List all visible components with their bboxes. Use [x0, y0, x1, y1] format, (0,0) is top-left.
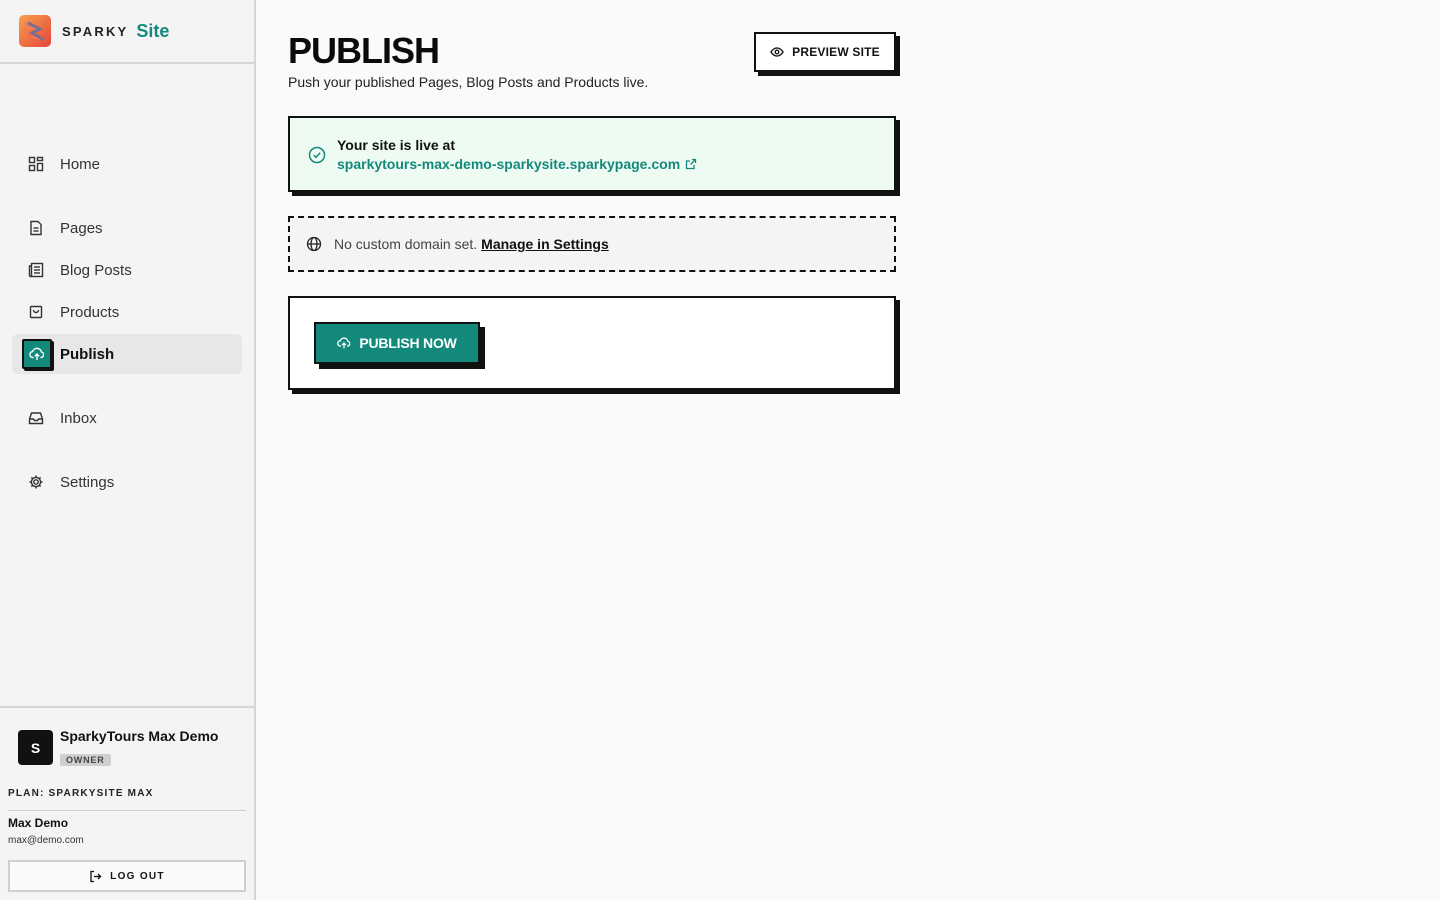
- sidebar-item-publish[interactable]: Publish: [12, 334, 242, 374]
- sidebar-item-blog-posts[interactable]: Blog Posts: [12, 250, 242, 290]
- publish-now-label: PUBLISH NOW: [359, 335, 457, 351]
- live-status-card: Your site is live at sparkytours-max-dem…: [288, 116, 896, 192]
- live-site-link[interactable]: sparkytours-max-demo-sparkysite.sparkypa…: [337, 156, 697, 172]
- sidebar-item-home[interactable]: Home: [12, 144, 242, 184]
- sidebar-item-settings[interactable]: Settings: [12, 462, 242, 502]
- sidebar-item-label: Blog Posts: [60, 261, 132, 279]
- org-name: SparkyTours Max Demo: [60, 728, 219, 744]
- sidebar-item-label: Home: [60, 155, 101, 173]
- sparky-logo-icon: [19, 15, 51, 47]
- sidebar-item-label: Publish: [60, 345, 115, 363]
- brand-wordmark: SPARKY: [62, 23, 129, 39]
- page-subtitle: Push your published Pages, Blog Posts an…: [288, 74, 649, 90]
- brand[interactable]: SPARKY Site: [0, 0, 254, 64]
- live-site-url: sparkytours-max-demo-sparkysite.sparkypa…: [337, 156, 681, 172]
- divider: [8, 810, 246, 811]
- brand-site-label: Site: [136, 20, 170, 41]
- gear-icon: [26, 472, 46, 492]
- sidebar-item-label: Settings: [60, 473, 115, 491]
- sidebar-item-inbox[interactable]: Inbox: [12, 398, 242, 438]
- eye-icon: [770, 45, 784, 59]
- live-status-title: Your site is live at: [337, 137, 456, 153]
- publish-now-button[interactable]: PUBLISH NOW: [314, 322, 480, 364]
- cloud-upload-icon: [22, 339, 52, 369]
- cloud-upload-icon: [337, 336, 351, 350]
- user-name: Max Demo: [8, 816, 69, 830]
- sidebar-item-label: Pages: [60, 219, 103, 237]
- preview-site-label: PREVIEW SITE: [792, 45, 880, 59]
- custom-domain-text: No custom domain set.: [334, 236, 478, 252]
- grid-icon: [26, 154, 46, 174]
- sidebar-item-products[interactable]: Products: [12, 292, 242, 332]
- sidebar-item-label: Products: [60, 303, 120, 321]
- role-badge: OWNER: [60, 754, 111, 766]
- sidebar: SPARKY Site Home Pages Blog Posts Produc…: [0, 0, 256, 900]
- globe-icon: [306, 236, 322, 252]
- sidebar-item-pages[interactable]: Pages: [12, 208, 242, 248]
- publish-card: PUBLISH NOW: [288, 296, 896, 390]
- plan-label: PLAN: SPARKYSITE MAX: [8, 788, 154, 799]
- logout-icon: [89, 870, 102, 883]
- newspaper-icon: [26, 260, 46, 280]
- user-email: max@demo.com: [8, 835, 84, 846]
- account-panel: S SparkyTours Max Demo OWNER PLAN: SPARK…: [0, 706, 254, 900]
- avatar: S: [18, 730, 53, 765]
- sidebar-item-label: Inbox: [60, 409, 97, 427]
- logout-button[interactable]: LOG OUT: [8, 860, 246, 892]
- page-title: PUBLISH: [288, 30, 440, 71]
- preview-site-button[interactable]: PREVIEW SITE: [754, 32, 896, 72]
- logout-label: LOG OUT: [110, 870, 165, 882]
- document-icon: [26, 218, 46, 238]
- shopping-bag-icon: [26, 302, 46, 322]
- custom-domain-card: No custom domain set. Manage in Settings: [288, 216, 896, 272]
- check-circle-icon: [308, 146, 326, 169]
- inbox-icon: [26, 408, 46, 428]
- manage-settings-link[interactable]: Manage in Settings: [481, 236, 609, 252]
- external-link-icon: [685, 158, 697, 170]
